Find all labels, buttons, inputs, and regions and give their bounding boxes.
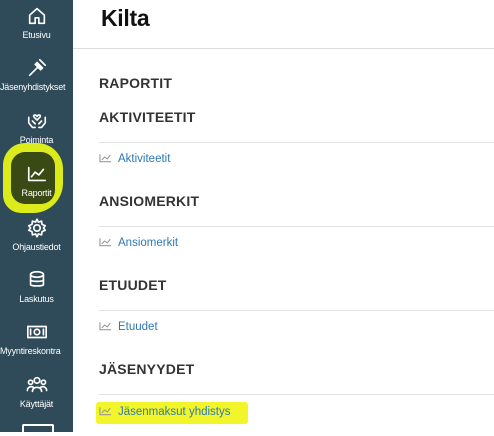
users-icon (26, 374, 48, 396)
report-link-jasenmaksut-yhdistys[interactable]: Jäsenmaksut yhdistys (99, 404, 231, 420)
section-title-etuudet: ETUUDET (99, 277, 167, 293)
page-title: Kilta (101, 5, 150, 31)
sidebar-item-label: Laskutus (19, 294, 54, 304)
sidebar-item-etusivu[interactable]: Etusivu (0, 5, 73, 40)
money-icon (26, 321, 48, 343)
divider (99, 310, 494, 311)
sidebar-item-myyntireskontra[interactable]: Myyntireskontra (0, 321, 73, 356)
link-label: Aktiviteetit (118, 153, 171, 165)
divider (99, 394, 494, 395)
sidebar-item-laskutus[interactable]: Laskutus (0, 269, 73, 304)
link-label: Jäsenmaksut yhdistys (118, 406, 231, 418)
sidebar-item-label: Raportit (21, 188, 52, 198)
home-icon (26, 5, 48, 27)
report-link-etuudet[interactable]: Etuudet (99, 319, 158, 335)
sidebar: Etusivu Jäsenyhdistykset Poiminta Raport… (0, 0, 73, 436)
sidebar-item-label: Etusivu (22, 30, 51, 40)
coins-icon (26, 269, 48, 291)
gear-icon (26, 217, 48, 239)
sidebar-item-label: Käyttäjät (19, 399, 54, 409)
chart-icon (99, 237, 118, 250)
sidebar-item-label: Ohjaustiedot (12, 242, 61, 252)
sidebar-item-label: Myyntireskontra (0, 346, 61, 356)
divider (99, 142, 494, 143)
sidebar-item-ohjaustiedot[interactable]: Ohjaustiedot (0, 217, 73, 252)
page-heading: RAPORTIT (99, 75, 173, 91)
divider (99, 226, 494, 227)
hands-icon (26, 110, 48, 132)
chart-icon (99, 406, 118, 419)
chart-icon (26, 163, 48, 185)
report-link-ansiomerkit[interactable]: Ansiomerkit (99, 235, 178, 251)
link-label: Ansiomerkit (118, 237, 179, 249)
section-title-jasenyydet: JÄSENYYDET (99, 361, 195, 377)
section-title-aktiviteetit: AKTIVITEETIT (99, 109, 196, 125)
gavel-icon (26, 57, 48, 79)
divider (73, 48, 494, 49)
sidebar-item-poiminta[interactable]: Poiminta (0, 110, 73, 145)
sidebar-item-label: Jäsenyhdistykset (0, 82, 66, 92)
partial-icon (22, 424, 54, 436)
chart-icon (99, 321, 118, 334)
section-title-ansiomerkit: ANSIOMERKIT (99, 193, 200, 209)
sidebar-item-kayttajat[interactable]: Käyttäjät (0, 374, 73, 409)
chart-icon (99, 153, 118, 166)
report-link-aktiviteetit[interactable]: Aktiviteetit (99, 151, 170, 167)
link-label: Etuudet (118, 321, 158, 333)
sidebar-item-label: Poiminta (19, 135, 54, 145)
sidebar-item-jasenyhdistykset[interactable]: Jäsenyhdistykset (0, 57, 73, 92)
sidebar-item-raportit[interactable]: Raportit (0, 163, 73, 198)
